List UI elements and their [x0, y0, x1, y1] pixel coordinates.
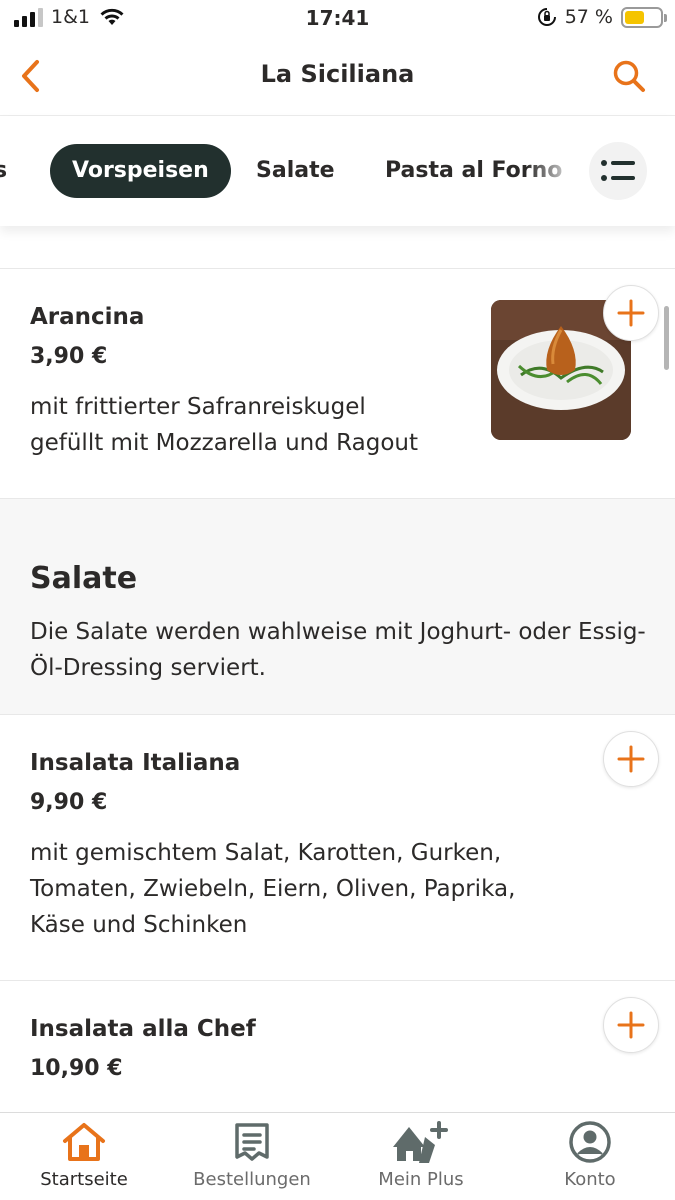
- category-label: Salate: [256, 158, 335, 183]
- battery-icon: [621, 6, 667, 28]
- section-title: Salate: [30, 561, 138, 596]
- menu-item-insalata-italiana[interactable]: Insalata Italiana 9,90 € mit gemischtem …: [0, 714, 675, 980]
- tab-konto[interactable]: Konto: [506, 1119, 674, 1200]
- battery-percent: 57 %: [564, 6, 613, 28]
- add-to-cart-button[interactable]: [603, 285, 659, 341]
- item-price: 3,90 €: [30, 344, 108, 369]
- category-list-button[interactable]: [589, 142, 647, 200]
- back-button[interactable]: [10, 54, 50, 98]
- category-chip-vorspeisen[interactable]: Vorspeisen: [50, 144, 231, 198]
- add-to-cart-button[interactable]: [603, 731, 659, 787]
- category-chip-salate[interactable]: Salate: [256, 144, 335, 198]
- tab-label: Startseite: [40, 1169, 128, 1190]
- status-bar: 1&1 17:41 57 %: [0, 0, 675, 38]
- search-icon: [613, 60, 645, 92]
- plus-icon: [617, 299, 645, 327]
- add-to-cart-button[interactable]: [603, 997, 659, 1053]
- rotation-lock-icon: [537, 8, 556, 26]
- category-chip-pasta[interactable]: Pasta al Forno: [385, 144, 562, 198]
- item-name: Insalata alla Chef: [30, 1016, 256, 1042]
- page-title: La Siciliana: [260, 60, 415, 88]
- tab-label: Bestellungen: [193, 1169, 311, 1190]
- item-description: mit gemischtem Salat, Karotten, Gurken, …: [30, 835, 515, 943]
- menu-item-insalata-chef[interactable]: Insalata alla Chef 10,90 €: [0, 980, 675, 1112]
- description-line: mit gemischtem Salat, Karotten, Gurken,: [30, 840, 502, 866]
- description-line: mit frittierter Safranreiskugel: [30, 394, 366, 420]
- scrollbar[interactable]: [664, 306, 669, 370]
- description-line: gefüllt mit Mozzarella und Ragout: [30, 430, 419, 456]
- item-description: mit frittierter Safranreiskugel gefüllt …: [30, 389, 418, 461]
- plus-icon: [617, 745, 645, 773]
- status-right: 57 %: [537, 6, 667, 28]
- category-label: Pasta al Forno: [385, 158, 563, 183]
- description-line: Käse und Schinken: [30, 912, 248, 938]
- tab-label: Konto: [564, 1169, 616, 1190]
- account-icon: [568, 1119, 612, 1165]
- search-button[interactable]: [609, 56, 649, 96]
- app-header: La Siciliana: [0, 38, 675, 116]
- home-icon: [61, 1119, 107, 1165]
- bottom-tab-bar: Startseite Bestellungen Mein Plus Konto: [0, 1112, 675, 1200]
- tab-startseite[interactable]: Startseite: [0, 1119, 168, 1200]
- category-label: Vorspeisen: [72, 158, 209, 183]
- category-chip-partial[interactable]: s: [0, 144, 7, 198]
- tab-label: Mein Plus: [378, 1169, 464, 1190]
- item-price: 9,90 €: [30, 790, 108, 815]
- item-name: Arancina: [30, 304, 145, 330]
- tab-mein-plus[interactable]: Mein Plus: [337, 1119, 505, 1200]
- menu-content[interactable]: Arancina 3,90 € mit frittierter Safranre…: [0, 226, 675, 1112]
- list-icon: [601, 160, 635, 181]
- section-salate: Salate Die Salate werden wahlweise mit J…: [0, 498, 675, 714]
- receipt-icon: [232, 1119, 272, 1165]
- tab-bestellungen[interactable]: Bestellungen: [168, 1119, 336, 1200]
- menu-item-arancina[interactable]: Arancina 3,90 € mit frittierter Safranre…: [0, 268, 675, 498]
- item-name: Insalata Italiana: [30, 750, 241, 776]
- item-price: 10,90 €: [30, 1056, 123, 1081]
- category-label: s: [0, 158, 8, 183]
- category-bar: s Vorspeisen Salate Pasta al Forno: [0, 116, 675, 226]
- section-description: Die Salate werden wahlweise mit Joghurt-…: [30, 619, 646, 681]
- description-line: Tomaten, Zwiebeln, Eiern, Oliven, Paprik…: [30, 876, 516, 902]
- plus-membership-icon: [389, 1119, 453, 1165]
- chevron-left-icon: [22, 60, 39, 92]
- plus-icon: [617, 1011, 645, 1039]
